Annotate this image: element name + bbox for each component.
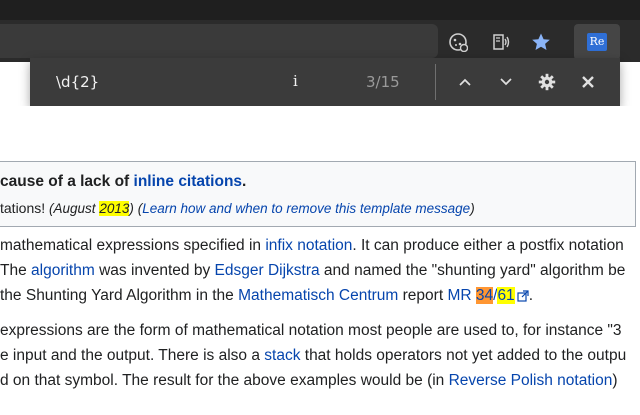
infix-notation-link[interactable]: infix notation: [265, 237, 352, 254]
reverse-polish-notation-link[interactable]: Reverse Polish notation: [449, 372, 613, 389]
tab-strip: [0, 0, 640, 20]
find-bar: \d{2} i 3/15: [30, 58, 620, 106]
algorithm-link[interactable]: algorithm: [31, 262, 95, 279]
chevron-up-icon: [459, 78, 471, 86]
mathematisch-centrum-link[interactable]: Mathematisch Centrum: [238, 287, 398, 304]
notice-heading: cause of a lack of inline citations.: [0, 173, 246, 191]
close-icon: [582, 76, 594, 88]
text-cursor: i: [293, 72, 298, 90]
article-line: d on that symbol. The result for the abo…: [0, 372, 618, 389]
next-match-button[interactable]: [492, 68, 520, 96]
read-aloud-icon[interactable]: [488, 29, 514, 55]
find-bar-divider: [435, 64, 436, 100]
extension-badge: Re: [587, 33, 607, 51]
notice-date: (August 2013): [49, 201, 134, 216]
search-match-highlight: 2013: [99, 201, 130, 216]
find-settings-button[interactable]: [533, 68, 561, 96]
favorite-star-icon[interactable]: [528, 29, 554, 55]
article-line: expressions are the form of mathematical…: [0, 322, 622, 339]
inline-citations-link[interactable]: inline citations: [134, 173, 243, 190]
learn-remove-template-link[interactable]: Learn how and when to remove this templa…: [142, 201, 470, 216]
article-line: the Shunting Yard Algorithm in the Mathe…: [0, 287, 533, 304]
extension-button[interactable]: Re: [574, 24, 620, 60]
close-find-button[interactable]: [574, 68, 602, 96]
notice-text: .: [242, 173, 247, 190]
search-match-highlight: 61: [497, 287, 515, 304]
match-count: 3/15: [366, 73, 400, 91]
edsger-dijkstra-link[interactable]: Edsger Dijkstra: [215, 262, 320, 279]
notice-subtext: tations! (August 2013) (Learn how and wh…: [0, 200, 475, 216]
find-input[interactable]: \d{2}: [56, 73, 99, 91]
external-link-icon: [517, 290, 529, 302]
current-search-match: 34: [475, 287, 494, 304]
stack-link[interactable]: stack: [264, 347, 300, 364]
address-bar[interactable]: [0, 24, 438, 58]
cookie-icon[interactable]: [445, 29, 471, 55]
article-line: mathematical expressions specified in in…: [0, 237, 624, 254]
learn-more: (Learn how and when to remove this templ…: [137, 201, 475, 216]
notice-text: cause of a lack of: [0, 173, 134, 190]
gear-icon: [538, 73, 556, 91]
previous-match-button[interactable]: [451, 68, 479, 96]
article-page: cause of a lack of inline citations. tat…: [0, 106, 640, 415]
citation-notice-box: cause of a lack of inline citations. tat…: [0, 161, 636, 227]
notice-text: tations!: [0, 200, 50, 216]
article-line: The algorithm was invented by Edsger Dij…: [0, 262, 626, 279]
article-line: e input and the output. There is also a …: [0, 347, 627, 364]
mr-report-link[interactable]: MR 34/61: [447, 287, 529, 304]
chevron-down-icon: [500, 78, 512, 86]
